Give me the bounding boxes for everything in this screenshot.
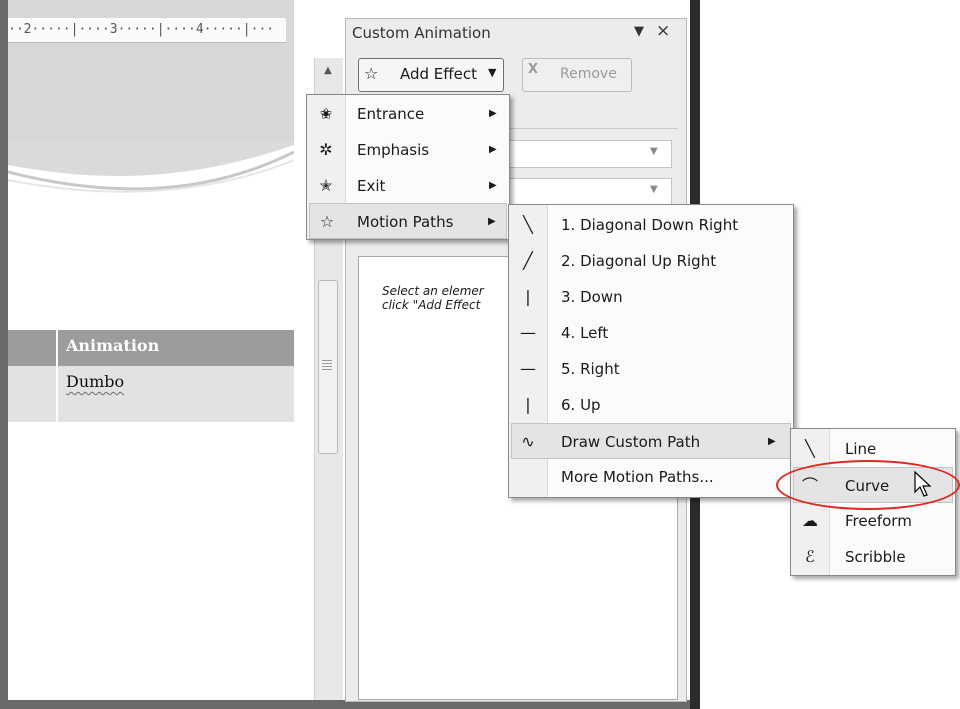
submenu-arrow-icon: ▶ [488,216,496,227]
menu-item-left[interactable]: — 4. Left [511,315,791,351]
table-row[interactable] [8,366,294,422]
add-effect-label: Add Effect [400,65,477,83]
menu-item-more-motion-paths[interactable]: More Motion Paths... [511,459,791,495]
add-effect-star-icon: ☆ [364,64,379,83]
submenu-arrow-icon: ▶ [489,108,497,119]
annotation-ellipse [776,460,960,510]
vertical-line-icon: | [525,287,531,306]
exit-star-icon: ✭ [319,176,333,195]
custom-path-icon: ∿ [521,432,535,451]
horizontal-line-icon: — [520,323,536,342]
emphasis-star-icon: ✲ [319,140,333,159]
horizontal-line-icon: — [520,359,536,378]
menu-item-scribble[interactable]: ℰ Scribble [793,539,953,575]
diagonal-down-icon: ╲ [523,215,533,234]
entrance-star-icon: ✬ [319,104,333,123]
add-effect-menu: ✬ Entrance ▶ ✲ Emphasis ▶ ✭ Exit ▶ ☆ Mot… [306,94,510,240]
property-dropdown[interactable] [506,178,672,206]
scribble-icon: ℰ [805,547,815,566]
slide[interactable]: Animation Dumbo [8,140,294,700]
pane-options-chevron-icon[interactable]: ▼ [634,24,644,39]
menu-item-up[interactable]: | 6. Up [511,387,791,423]
remove-x-icon: X [528,62,539,77]
chevron-down-icon: ▼ [488,66,497,79]
remove-label: Remove [560,66,617,82]
scrollbar-grip-icon [322,360,332,370]
table-header-animation: Animation [66,336,160,355]
menu-item-diagonal-down-right[interactable]: ╲ 1. Diagonal Down Right [511,207,791,243]
scroll-up-arrow-icon[interactable]: ▲ [318,62,338,80]
hint-text: Select an elemer [382,284,484,298]
chevron-down-icon[interactable]: ▼ [650,146,658,157]
slide-wave-decoration [8,140,294,193]
window-frame-left [0,0,8,709]
menu-item-motion-paths[interactable]: ☆ Motion Paths ▶ [309,203,507,239]
start-dropdown[interactable] [506,140,672,168]
motion-paths-menu: ╲ 1. Diagonal Down Right ╱ 2. Diagonal U… [508,204,794,498]
table-cell-dumbo[interactable]: Dumbo [66,372,124,391]
submenu-arrow-icon: ▶ [489,180,497,191]
close-icon[interactable]: × [656,21,670,41]
freeform-icon: ☁ [802,511,818,530]
menu-item-draw-custom-path[interactable]: ∿ Draw Custom Path ▶ [511,423,791,459]
vertical-line-icon: | [525,395,531,414]
menu-item-exit[interactable]: ✭ Exit ▶ [309,168,507,204]
horizontal-ruler: ··2·····|····3·····|····4·····|··· [8,18,286,43]
motion-path-star-icon: ☆ [319,212,335,231]
submenu-arrow-icon: ▶ [768,436,776,447]
chevron-down-icon[interactable]: ▼ [650,184,658,195]
menu-item-right[interactable]: — 5. Right [511,351,791,387]
hint-text: click "Add Effect [382,298,481,312]
menu-item-entrance[interactable]: ✬ Entrance ▶ [309,96,507,132]
table-column-divider [56,330,58,422]
pane-title: Custom Animation [352,24,491,42]
menu-item-emphasis[interactable]: ✲ Emphasis ▶ [309,132,507,168]
menu-item-diagonal-up-right[interactable]: ╱ 2. Diagonal Up Right [511,243,791,279]
line-icon: ╲ [805,439,815,458]
submenu-arrow-icon: ▶ [489,144,497,155]
diagonal-up-icon: ╱ [523,251,533,270]
menu-item-down[interactable]: | 3. Down [511,279,791,315]
